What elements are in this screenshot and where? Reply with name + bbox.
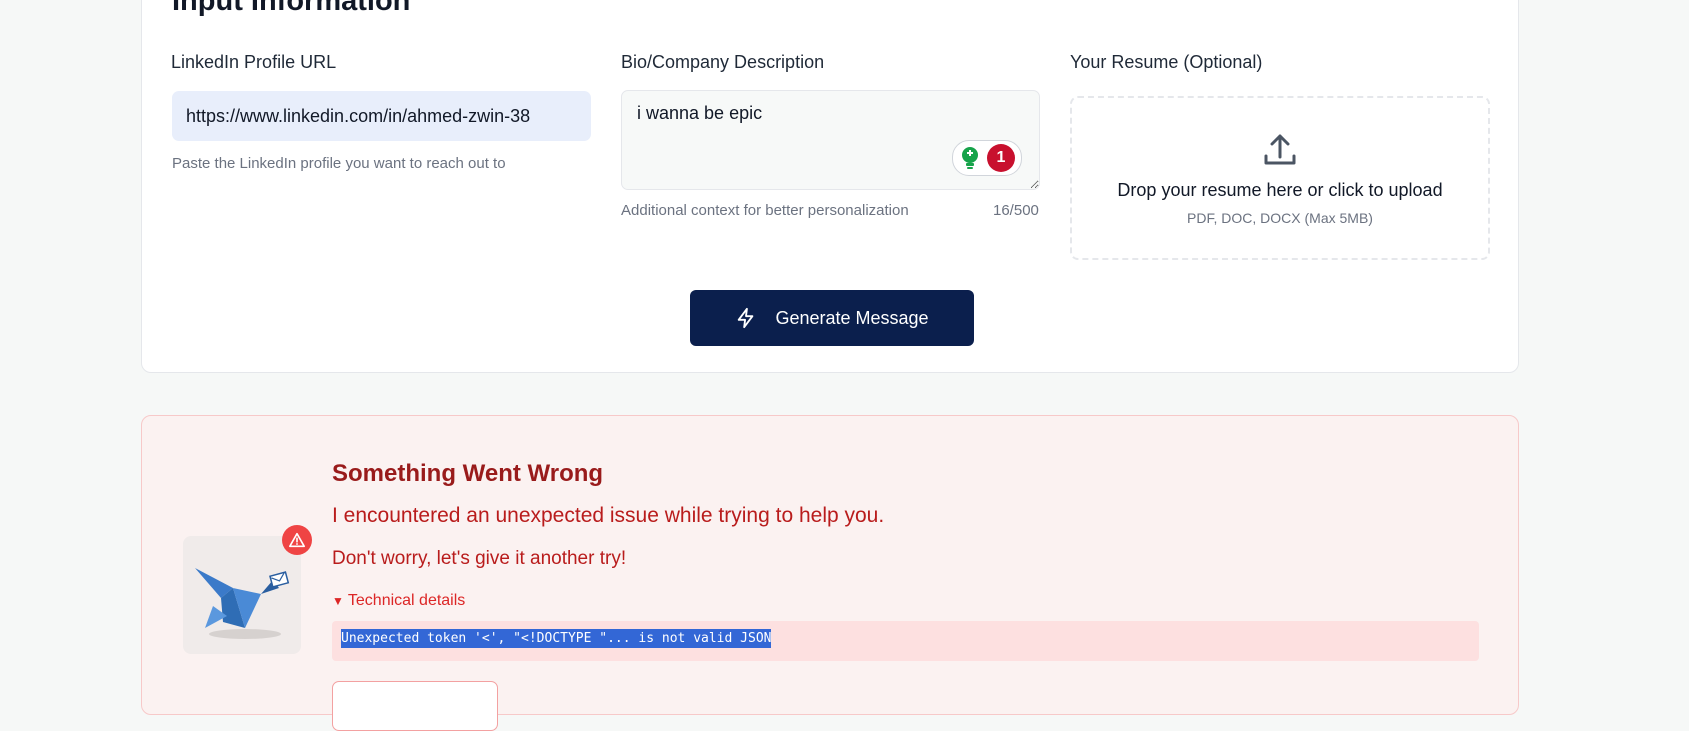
- grammar-issue-count: 1: [987, 144, 1015, 172]
- error-title: Something Went Wrong: [332, 460, 604, 487]
- origami-bird-icon: [195, 568, 290, 639]
- generate-message-label: Generate Message: [775, 307, 929, 328]
- technical-details-toggle[interactable]: ▼ Technical details: [332, 592, 465, 610]
- error-retry-text: Don't worry, let's give it another try!: [332, 548, 627, 569]
- technical-details-label: Technical details: [347, 592, 466, 609]
- error-card: Something Went Wrong I encountered an un…: [141, 415, 1519, 731]
- bio-char-counter: 16/500: [993, 202, 1039, 219]
- bio-label: Bio/Company Description: [621, 52, 825, 72]
- technical-details-code: Unexpected token '<', "<!DOCTYPE "... is…: [332, 621, 1479, 661]
- generate-message-button[interactable]: Generate Message: [690, 290, 974, 346]
- upload-icon: [1264, 134, 1296, 165]
- dropzone-text: Drop your resume here or click to upload: [1117, 180, 1443, 200]
- bio-helper: Additional context for better personaliz…: [621, 202, 909, 219]
- resume-label: Your Resume (Optional): [1070, 52, 1263, 72]
- lightning-icon: [738, 307, 754, 329]
- card-title: Input Information: [172, 0, 411, 17]
- linkedin-label: LinkedIn Profile URL: [171, 52, 337, 72]
- linkedin-helper: Paste the LinkedIn profile you want to r…: [172, 155, 506, 172]
- error-illustration: [183, 536, 301, 654]
- input-card: Input Information LinkedIn Profile URL P…: [141, 0, 1519, 373]
- error-message: I encountered an unexpected issue while …: [332, 504, 885, 527]
- lightbulb-icon: [962, 147, 978, 169]
- linkedin-url-input[interactable]: [172, 91, 591, 141]
- triangle-down-icon: ▼: [332, 594, 344, 608]
- grammar-checker-badge[interactable]: 1: [952, 140, 1022, 176]
- resume-dropzone[interactable]: Drop your resume here or click to upload…: [1070, 96, 1490, 260]
- error-code-text: Unexpected token '<', "<!DOCTYPE "... is…: [341, 629, 772, 648]
- dropzone-formats: PDF, DOC, DOCX (Max 5MB): [1187, 210, 1373, 226]
- retry-button[interactable]: [332, 681, 498, 731]
- warning-icon: [282, 525, 312, 555]
